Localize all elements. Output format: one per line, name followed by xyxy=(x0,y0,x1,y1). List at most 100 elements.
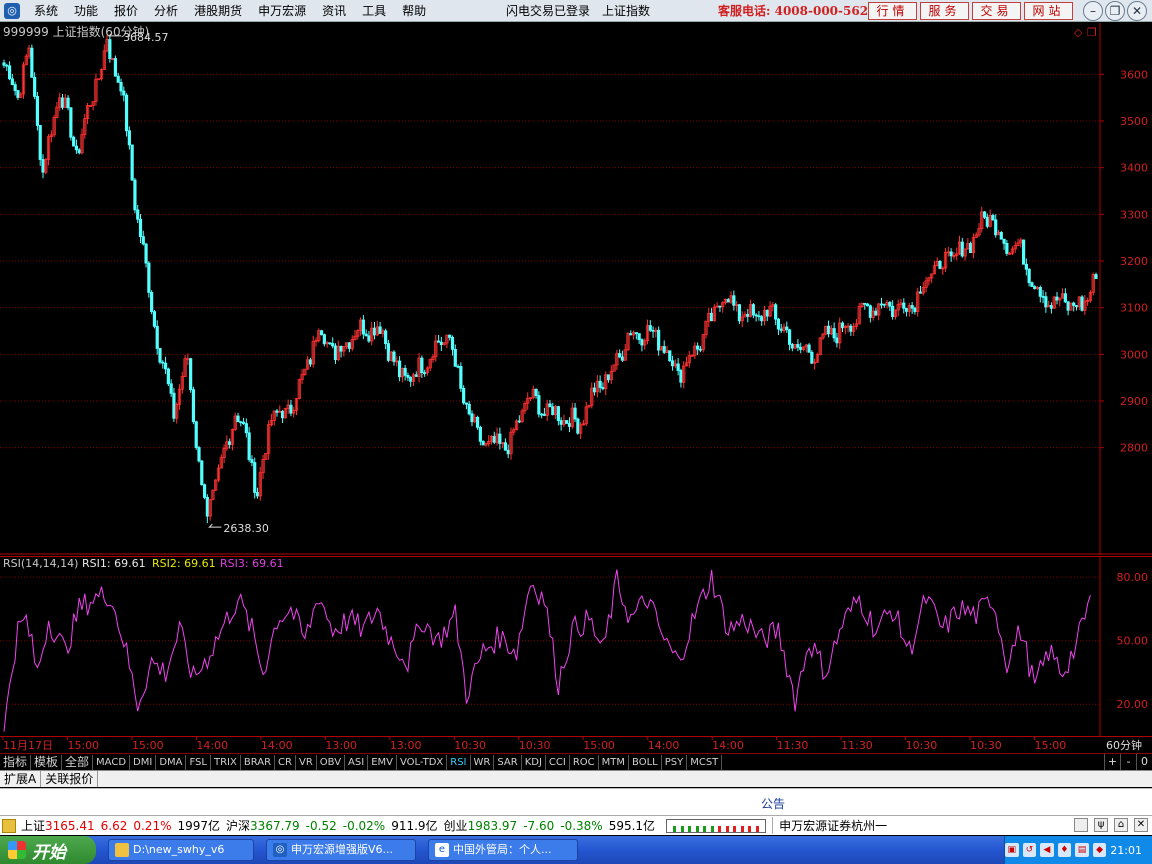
rsi3-value: RSI3: 69.61 xyxy=(220,557,284,570)
candle xyxy=(183,354,187,378)
candle xyxy=(857,303,861,325)
tab-extension-a[interactable]: 扩展A xyxy=(0,771,42,787)
price-chart[interactable]: 3684.572638.30 3600350034003300320031003… xyxy=(0,23,1152,555)
tab-brar[interactable]: BRAR xyxy=(241,754,276,770)
tab-wr[interactable]: WR xyxy=(471,754,495,770)
menu-quote[interactable]: 报价 xyxy=(106,0,146,22)
task-explorer[interactable]: D:\new_swhy_v6 xyxy=(108,839,254,861)
hs-volume: 911.9亿 xyxy=(391,819,438,833)
candle xyxy=(896,299,900,317)
menu-news[interactable]: 资讯 xyxy=(314,0,354,22)
candle xyxy=(33,72,37,100)
candle xyxy=(512,427,516,436)
candle xyxy=(907,302,911,317)
candle xyxy=(893,309,898,320)
candle xyxy=(640,338,644,352)
tab-cr[interactable]: CR xyxy=(275,754,296,770)
close-icon[interactable]: ✕ xyxy=(1127,1,1147,21)
candle xyxy=(417,353,421,383)
task-swhy-app[interactable]: ◎ 申万宏源增强版V6... xyxy=(266,839,416,861)
candle xyxy=(679,368,683,388)
menu-system[interactable]: 系统 xyxy=(26,0,66,22)
zoom-in-button[interactable]: + xyxy=(1104,754,1120,770)
candle xyxy=(202,483,207,500)
restore-icon[interactable]: ❐ xyxy=(1105,1,1125,21)
menu-swhy[interactable]: 申万宏源 xyxy=(250,0,314,22)
candle xyxy=(336,340,340,362)
tray-app-icon[interactable]: ↺ xyxy=(1022,843,1037,857)
tab-vol-tdx[interactable]: VOL-TDX xyxy=(397,754,448,770)
tab-asi[interactable]: ASI xyxy=(345,754,369,770)
tab-dma[interactable]: DMA xyxy=(156,754,187,770)
ticker-icon[interactable] xyxy=(2,818,16,833)
period-label[interactable]: 60分钟 xyxy=(1106,738,1142,752)
price-tick-label: 3500 xyxy=(1120,115,1148,128)
rsi-chart[interactable]: 80.00 50.00 20.00 RSI(14,14,14) RSI1: 69.6… xyxy=(0,556,1152,736)
candle xyxy=(668,350,672,362)
tab-mtm[interactable]: MTM xyxy=(599,754,630,770)
market-button[interactable]: 行情 xyxy=(868,2,917,20)
candle xyxy=(395,356,399,367)
zoom-reset-button[interactable]: 0 xyxy=(1136,754,1152,770)
rsi1-value: RSI1: 69.61 xyxy=(82,557,146,570)
candle xyxy=(865,303,870,307)
tray-shield-icon[interactable]: ♦ xyxy=(1057,843,1072,857)
service-button[interactable]: 服务 xyxy=(920,2,969,20)
tool-icon[interactable]: ✕ xyxy=(1134,818,1148,832)
candle xyxy=(1049,302,1054,314)
trade-button[interactable]: 交易 xyxy=(972,2,1021,20)
tab-macd[interactable]: MACD xyxy=(93,754,131,770)
candle xyxy=(832,322,836,342)
signal-icon[interactable]: ψ xyxy=(1094,818,1108,832)
tab-template[interactable]: 模板 xyxy=(31,754,63,770)
candle xyxy=(960,237,964,258)
candle xyxy=(367,331,371,343)
start-button[interactable]: 开始 xyxy=(0,836,96,864)
tab-sar[interactable]: SAR xyxy=(494,754,522,770)
candle xyxy=(49,130,53,143)
menu-analysis[interactable]: 分析 xyxy=(146,0,186,22)
tab-rsi[interactable]: RSI xyxy=(447,754,471,770)
trade-login-status: 闪电交易已登录 xyxy=(506,4,591,18)
tab-kdj[interactable]: KDJ xyxy=(522,754,546,770)
candle xyxy=(280,409,285,424)
candle xyxy=(503,438,508,451)
candle xyxy=(392,350,396,366)
task-browser[interactable]: e 中国外管局：个人... xyxy=(428,839,578,861)
tab-boll[interactable]: BOLL xyxy=(629,754,662,770)
tab-mcst[interactable]: MCST xyxy=(687,754,723,770)
tab-psy[interactable]: PSY xyxy=(662,754,688,770)
tab-roc[interactable]: ROC xyxy=(570,754,599,770)
rsi2-value: RSI2: 69.61 xyxy=(152,557,216,570)
lock-icon[interactable]: ⌂ xyxy=(1114,818,1128,832)
tab-obv[interactable]: OBV xyxy=(317,754,346,770)
tray-security-icon[interactable]: ◆ xyxy=(1092,843,1107,857)
menu-hk-futures[interactable]: 港股期货 xyxy=(186,0,250,22)
tab-related-quotes[interactable]: 关联报价 xyxy=(41,771,99,787)
minimize-icon[interactable]: – xyxy=(1083,1,1103,21)
menu-help[interactable]: 帮助 xyxy=(394,0,434,22)
tray-network-icon[interactable]: ▤ xyxy=(1075,843,1089,857)
window-icon[interactable] xyxy=(1074,818,1088,832)
menu-tools[interactable]: 工具 xyxy=(354,0,394,22)
candle xyxy=(152,309,157,329)
chart-option-icon[interactable]: ◇ xyxy=(1074,26,1083,39)
candle xyxy=(1027,268,1031,287)
candle xyxy=(537,391,541,418)
website-button[interactable]: 网站 xyxy=(1024,2,1073,20)
tray-volume-icon[interactable]: ◀ xyxy=(1040,843,1054,857)
tab-cci[interactable]: CCI xyxy=(546,754,570,770)
tab-emv[interactable]: EMV xyxy=(368,754,397,770)
tab-fsl[interactable]: FSL xyxy=(186,754,211,770)
tray-flag-icon[interactable]: ▣ xyxy=(1005,843,1019,857)
menu-function[interactable]: 功能 xyxy=(66,0,106,22)
chart-maximize-icon[interactable]: ❐ xyxy=(1087,26,1097,39)
tab-indicator[interactable]: 指标 xyxy=(0,754,32,770)
zoom-out-button[interactable]: - xyxy=(1120,754,1136,770)
tab-trix[interactable]: TRIX xyxy=(211,754,241,770)
notice-link[interactable]: 公告 xyxy=(761,795,785,812)
tab-vr[interactable]: VR xyxy=(296,754,317,770)
candle xyxy=(1060,288,1065,299)
tab-dmi[interactable]: DMI xyxy=(130,754,157,770)
tab-all[interactable]: 全部 xyxy=(62,754,94,770)
